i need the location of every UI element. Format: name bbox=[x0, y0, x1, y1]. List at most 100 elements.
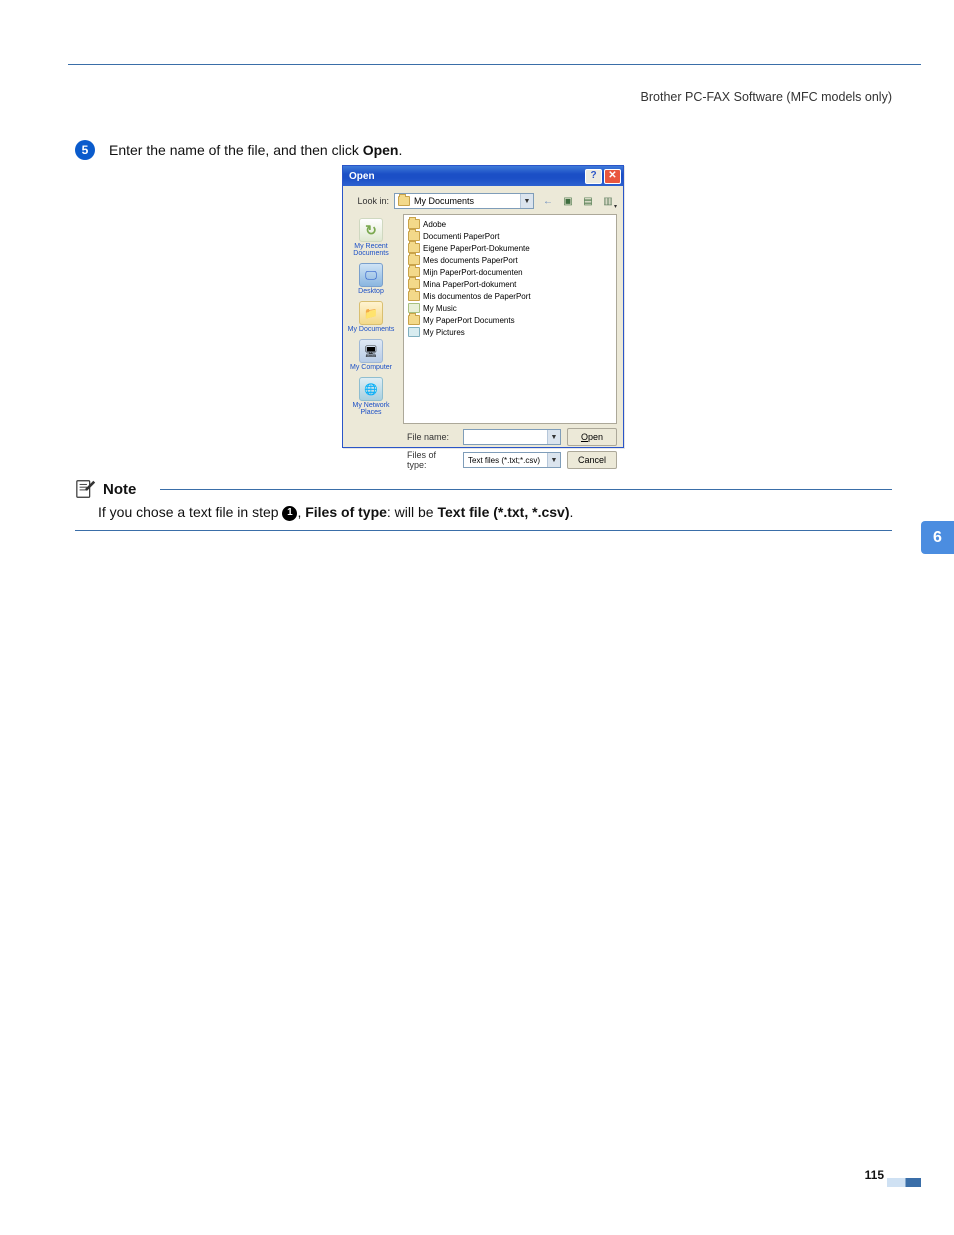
step-text: Enter the name of the file, and then cli… bbox=[109, 142, 402, 158]
dialog-titlebar[interactable]: Open ? ✕ bbox=[343, 166, 623, 186]
documents-icon bbox=[359, 301, 383, 325]
folder-icon bbox=[408, 315, 420, 325]
look-in-value: My Documents bbox=[414, 196, 474, 206]
list-item[interactable]: Adobe bbox=[408, 218, 612, 230]
network-icon bbox=[359, 377, 383, 401]
place-label: My Network Places bbox=[343, 402, 399, 416]
note-top-rule bbox=[160, 489, 892, 490]
list-item[interactable]: Mes documents PaperPort bbox=[408, 254, 612, 266]
chapter-tab: 6 bbox=[921, 521, 954, 554]
place-network[interactable]: My Network Places bbox=[343, 375, 399, 418]
page-number: 115 bbox=[865, 1168, 884, 1182]
dialog-bottom: File name: ▼ Open Files of type: Text fi… bbox=[343, 424, 623, 476]
note-bold2: Text file (*.txt, *.csv) bbox=[437, 504, 569, 520]
file-name: My Pictures bbox=[423, 328, 465, 337]
filename-input[interactable]: ▼ bbox=[463, 429, 561, 445]
list-item[interactable]: My Pictures bbox=[408, 326, 612, 338]
folder-icon bbox=[408, 279, 420, 289]
section-header: Brother PC-FAX Software (MFC models only… bbox=[641, 90, 892, 104]
new-folder-button[interactable]: ▤ bbox=[579, 192, 597, 210]
up-button[interactable]: ▣ bbox=[559, 192, 577, 210]
place-documents[interactable]: My Documents bbox=[343, 299, 399, 335]
chevron-down-icon[interactable]: ▼ bbox=[547, 430, 560, 444]
folder-icon bbox=[408, 291, 420, 301]
list-item[interactable]: Mis documentos de PaperPort bbox=[408, 290, 612, 302]
file-name: Mes documents PaperPort bbox=[423, 256, 518, 265]
recent-icon bbox=[359, 218, 383, 242]
folder-icon bbox=[408, 243, 420, 253]
filetype-row: Files of type: Text files (*.txt;*.csv) … bbox=[407, 450, 617, 470]
top-rule bbox=[68, 64, 921, 65]
help-button[interactable]: ? bbox=[585, 169, 602, 184]
step-bold: Open bbox=[363, 142, 399, 158]
step-suffix: . bbox=[398, 142, 402, 158]
place-label: My Documents bbox=[348, 326, 395, 333]
filetype-label: Files of type: bbox=[407, 450, 457, 470]
file-name: Eigene PaperPort-Dokumente bbox=[423, 244, 530, 253]
filetype-select[interactable]: Text files (*.txt;*.csv) ▼ bbox=[463, 452, 561, 468]
file-name: Documenti PaperPort bbox=[423, 232, 499, 241]
folder-icon bbox=[408, 255, 420, 265]
folder-icon bbox=[408, 231, 420, 241]
cancel-button[interactable]: Cancel bbox=[567, 451, 617, 469]
step-bullet: 5 bbox=[75, 140, 95, 160]
folder-icon bbox=[398, 196, 410, 206]
folder-icon bbox=[408, 267, 420, 277]
back-button[interactable]: ← bbox=[539, 192, 557, 210]
file-name: Adobe bbox=[423, 220, 446, 229]
note-suffix: . bbox=[570, 504, 574, 520]
list-item[interactable]: My Music bbox=[408, 302, 612, 314]
note-mid2: : will be bbox=[387, 504, 438, 520]
computer-icon bbox=[359, 339, 383, 363]
place-label: Desktop bbox=[358, 288, 384, 295]
open-rest: pen bbox=[588, 432, 603, 442]
chevron-down-icon: ▼ bbox=[520, 194, 533, 208]
list-item[interactable]: My PaperPort Documents bbox=[408, 314, 612, 326]
filename-row: File name: ▼ Open bbox=[407, 428, 617, 446]
filetype-value: Text files (*.txt;*.csv) bbox=[468, 456, 540, 465]
chevron-down-icon[interactable]: ▼ bbox=[547, 453, 560, 467]
file-name: Mis documentos de PaperPort bbox=[423, 292, 531, 301]
note-bold1: Files of type bbox=[305, 504, 387, 520]
file-name: My PaperPort Documents bbox=[423, 316, 515, 325]
dialog-body: My Recent Documents Desktop My Documents… bbox=[343, 214, 623, 424]
place-label: My Recent Documents bbox=[343, 243, 399, 257]
pictures-folder-icon bbox=[408, 327, 420, 337]
note-bottom-rule bbox=[75, 530, 892, 531]
filename-label: File name: bbox=[407, 432, 457, 442]
file-name: Mina PaperPort-dokument bbox=[423, 280, 516, 289]
place-computer[interactable]: My Computer bbox=[343, 337, 399, 373]
places-bar: My Recent Documents Desktop My Documents… bbox=[343, 214, 399, 424]
footer-swatch bbox=[887, 1178, 921, 1187]
place-recent[interactable]: My Recent Documents bbox=[343, 216, 399, 259]
list-item[interactable]: Documenti PaperPort bbox=[408, 230, 612, 242]
dialog-title: Open bbox=[349, 171, 375, 182]
note-icon bbox=[75, 478, 97, 500]
folder-icon bbox=[408, 219, 420, 229]
music-folder-icon bbox=[408, 303, 420, 313]
note-title: Note bbox=[103, 481, 136, 498]
open-button[interactable]: Open bbox=[567, 428, 617, 446]
look-in-label: Look in: bbox=[349, 196, 389, 206]
file-name: My Music bbox=[423, 304, 457, 313]
open-dialog: Open ? ✕ Look in: My Documents ▼ ← ▣ ▤ ▥… bbox=[342, 165, 624, 448]
file-list[interactable]: Adobe Documenti PaperPort Eigene PaperPo… bbox=[403, 214, 617, 424]
close-button[interactable]: ✕ bbox=[604, 169, 621, 184]
open-underline: O bbox=[581, 432, 588, 442]
step-5: 5 Enter the name of the file, and then c… bbox=[75, 140, 402, 160]
views-button[interactable]: ▥ bbox=[599, 192, 617, 210]
place-desktop[interactable]: Desktop bbox=[343, 261, 399, 297]
note-heading: Note bbox=[75, 478, 136, 500]
place-label: My Computer bbox=[350, 364, 392, 371]
note-prefix: If you chose a text file in step bbox=[98, 504, 282, 520]
list-item[interactable]: Mijn PaperPort-documenten bbox=[408, 266, 612, 278]
desktop-icon bbox=[359, 263, 383, 287]
nav-icons: ← ▣ ▤ ▥ bbox=[539, 192, 617, 210]
list-item[interactable]: Eigene PaperPort-Dokumente bbox=[408, 242, 612, 254]
step-prefix: Enter the name of the file, and then cli… bbox=[109, 142, 363, 158]
look-in-select[interactable]: My Documents ▼ bbox=[394, 193, 534, 209]
file-name: Mijn PaperPort-documenten bbox=[423, 268, 523, 277]
step-ref-1: 1 bbox=[282, 506, 297, 521]
look-in-row: Look in: My Documents ▼ ← ▣ ▤ ▥ bbox=[343, 186, 623, 214]
list-item[interactable]: Mina PaperPort-dokument bbox=[408, 278, 612, 290]
